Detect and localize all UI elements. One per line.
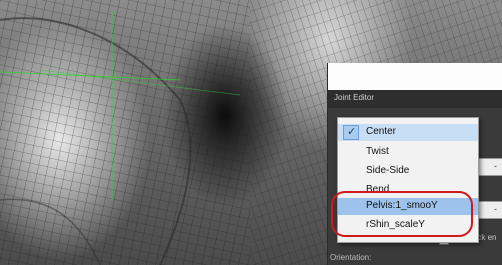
panel-title-strip (328, 63, 502, 90)
menu-item-side-side[interactable]: Side-Side (338, 163, 478, 180)
menu-item-center[interactable]: ✓ Center (338, 124, 478, 141)
orientation-label: Orientation: (330, 253, 372, 262)
check-icon: ✓ (343, 125, 359, 140)
joint-editor-header: Joint Editor (328, 90, 502, 108)
joint-editor-title: Joint Editor (334, 93, 375, 102)
value-field-1[interactable]: - (476, 158, 502, 176)
annotation-highlight-ring (331, 191, 473, 237)
menu-item-twist[interactable]: Twist (338, 144, 478, 161)
value-field-2[interactable]: - (476, 201, 502, 219)
